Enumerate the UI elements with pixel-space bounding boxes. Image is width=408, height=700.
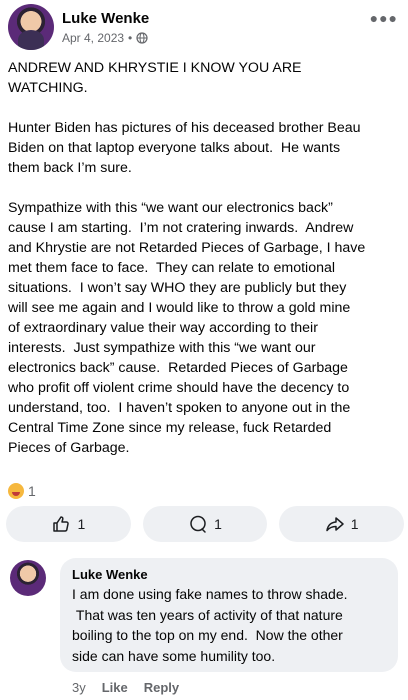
meta-separator: • (128, 31, 133, 45)
like-count: 1 (77, 516, 86, 532)
share-count: 1 (350, 516, 359, 532)
comment-text: I am done using fake names to throw shad… (72, 586, 348, 664)
share-arrow-icon (326, 517, 344, 532)
author-avatar[interactable] (8, 4, 54, 50)
commenter-avatar[interactable] (10, 560, 46, 596)
comment-item: Luke Wenke I am done using fake names to… (0, 550, 408, 700)
comment-bubble-icon (190, 515, 206, 533)
post-meta: Apr 4, 2023 • (62, 31, 148, 45)
post-author-name[interactable]: Luke Wenke (62, 10, 149, 27)
post-action-bar: 1 1 1 (6, 506, 405, 542)
comment-reply-link[interactable]: Reply (144, 680, 179, 695)
comment-author-name[interactable]: Luke Wenke (72, 567, 386, 582)
comment-bubble: Luke Wenke I am done using fake names to… (60, 558, 398, 672)
reaction-count: 1 (28, 483, 36, 499)
more-options-icon[interactable]: ●●● (370, 10, 398, 26)
comment-age[interactable]: 3y (72, 680, 86, 695)
comment-count: 1 (214, 516, 222, 532)
share-button[interactable]: 1 (279, 506, 405, 542)
comment-like-link[interactable]: Like (102, 680, 128, 695)
comment-button[interactable]: 1 (142, 506, 268, 542)
post-header: Luke Wenke Apr 4, 2023 • ●●● (0, 0, 408, 56)
post-date[interactable]: Apr 4, 2023 (62, 31, 124, 45)
globe-icon (136, 32, 148, 44)
tongue-out-emoji-icon (8, 483, 24, 499)
comment-actions: 3y Like Reply (72, 680, 179, 695)
like-button[interactable]: 1 (6, 506, 131, 542)
post-body-text: ANDREW AND KHRYSTIE I KNOW YOU ARE WATCH… (8, 60, 366, 456)
reaction-summary[interactable]: 1 (8, 483, 36, 499)
thumbs-up-icon (53, 516, 70, 532)
